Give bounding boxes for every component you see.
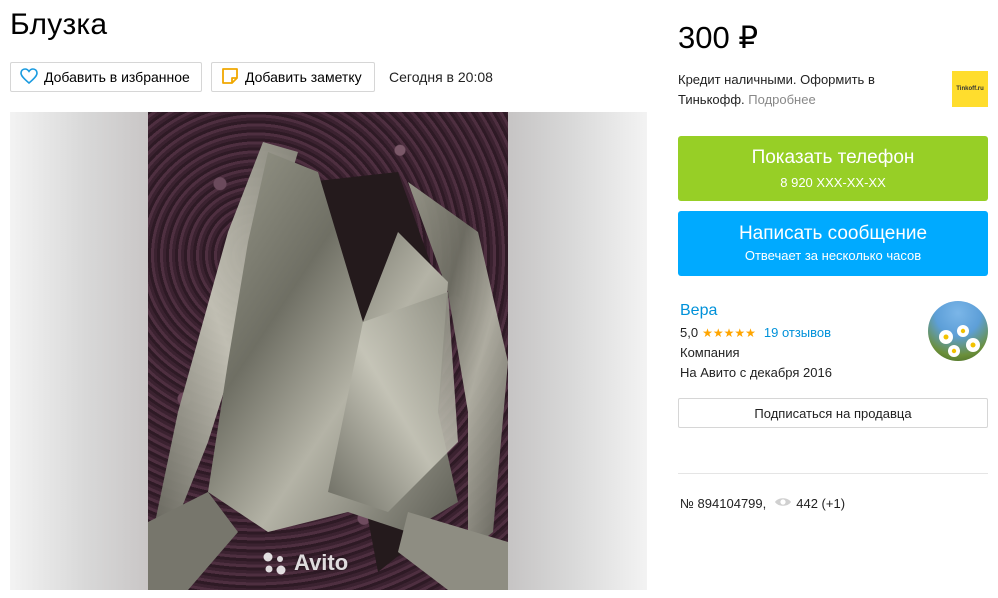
views-count: 442 (+1) (796, 496, 846, 511)
photo-gallery[interactable]: Avito (10, 112, 647, 590)
add-note-label: Добавить заметку (245, 69, 362, 85)
page-title: Блузка (10, 8, 108, 41)
credit-ad[interactable]: Кредит наличными. Оформить в Тинькофф. П… (678, 70, 938, 110)
divider (678, 473, 988, 474)
ad-number: № 894104799, (680, 496, 767, 511)
blouse-illustration (148, 142, 508, 590)
item-photo[interactable] (148, 112, 508, 590)
item-price: 300 ₽ (678, 20, 759, 55)
avito-watermark: Avito (262, 550, 348, 576)
add-to-favorites-label: Добавить в избранное (44, 69, 190, 85)
seller-type: Компания (680, 345, 740, 360)
response-time: Отвечает за несколько часов (744, 248, 922, 263)
credit-ad-more-link[interactable]: Подробнее (748, 92, 815, 107)
rating-value: 5,0 (680, 325, 699, 340)
camera-dots-icon (263, 552, 286, 575)
add-to-favorites-button[interactable]: Добавить в избранное (10, 62, 202, 92)
publish-date: Сегодня в 20:08 (389, 69, 493, 85)
write-message-label: Написать сообщение (738, 223, 928, 244)
rating-stars-icon: ★★★★★ (702, 325, 756, 340)
eye-icon (774, 496, 792, 511)
show-phone-label: Показать телефон (751, 147, 915, 168)
heart-icon (20, 67, 38, 87)
watermark-text: Avito (294, 550, 349, 575)
add-note-button[interactable]: Добавить заметку (211, 62, 375, 92)
seller-rating: 5,0 ★★★★★ 19 отзывов (680, 325, 831, 340)
reviews-link[interactable]: 19 отзывов (764, 325, 831, 340)
write-message-button[interactable]: Написать сообщение Отвечает за несколько… (678, 211, 988, 276)
note-icon (221, 67, 239, 88)
show-phone-button[interactable]: Показать телефон 8 920 XXX-XX-XX (678, 136, 988, 201)
seller-since: На Авито с декабря 2016 (680, 365, 832, 380)
seller-name-link[interactable]: Вера (680, 302, 717, 320)
seller-avatar[interactable] (928, 301, 988, 361)
phone-masked: 8 920 XXX-XX-XX (780, 175, 886, 190)
ad-meta: № 894104799, 442 (+1) (680, 496, 845, 511)
gallery-blur-left (10, 112, 148, 590)
tinkoff-logo[interactable]: Tinkoff.ru (952, 71, 988, 107)
subscribe-seller-button[interactable]: Подписаться на продавца (678, 398, 988, 428)
gallery-blur-right (508, 112, 647, 590)
